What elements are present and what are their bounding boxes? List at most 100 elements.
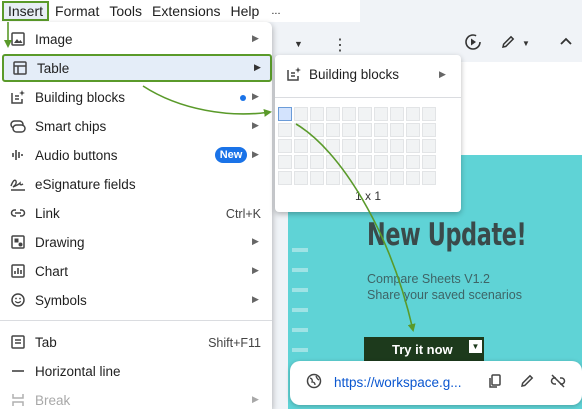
- menu-item-drawing[interactable]: Drawing ▶: [0, 229, 272, 257]
- table-grid-cell[interactable]: [310, 155, 324, 169]
- menu-item-chart[interactable]: Chart ▶: [0, 258, 272, 286]
- screen: Insert Format Tools Extensions Help ... …: [0, 0, 582, 409]
- link-icon: [10, 206, 26, 222]
- table-grid-cell[interactable]: [326, 139, 340, 153]
- table-grid-cell[interactable]: [422, 107, 436, 121]
- table-grid-cell[interactable]: [374, 171, 388, 185]
- table-grid-cell[interactable]: [342, 171, 356, 185]
- menu-item-tab[interactable]: Tab Shift+F11: [0, 329, 272, 357]
- table-grid-cell[interactable]: [422, 155, 436, 169]
- dropdown-icon[interactable]: ▼: [294, 39, 303, 49]
- table-grid-cell[interactable]: [294, 139, 308, 153]
- table-grid-cell[interactable]: [358, 123, 372, 137]
- table-grid-cell[interactable]: [342, 155, 356, 169]
- table-grid-cell[interactable]: [358, 155, 372, 169]
- submenu-building-blocks[interactable]: Building blocks ▶: [275, 55, 461, 95]
- table-grid-cell[interactable]: [278, 107, 292, 121]
- table-grid-cell[interactable]: [326, 107, 340, 121]
- table-grid-cell[interactable]: [342, 139, 356, 153]
- table-grid-cell[interactable]: [294, 171, 308, 185]
- copy-link-icon[interactable]: [487, 373, 503, 393]
- menu-item-label: eSignature fields: [35, 177, 136, 192]
- table-grid-cell[interactable]: [358, 107, 372, 121]
- table-grid-cell[interactable]: [406, 171, 420, 185]
- table-grid-cell[interactable]: [326, 171, 340, 185]
- table-grid-cell[interactable]: [374, 139, 388, 153]
- menu-item-label: Tab: [35, 335, 57, 350]
- cta-dropdown-icon[interactable]: ▼: [469, 340, 482, 353]
- more-vert-icon[interactable]: ⋮: [332, 35, 348, 55]
- table-grid-cell[interactable]: [406, 107, 420, 121]
- table-grid-cell[interactable]: [278, 171, 292, 185]
- new-indicator-dot: [240, 95, 246, 101]
- table-grid-cell[interactable]: [406, 155, 420, 169]
- symbols-icon: [10, 293, 26, 309]
- link-url[interactable]: https://workspace.g...: [334, 375, 462, 390]
- menu-item-esignature[interactable]: eSignature fields: [0, 171, 272, 199]
- table-grid-cell[interactable]: [294, 155, 308, 169]
- menu-item-building-blocks[interactable]: Building blocks ▶: [0, 84, 272, 112]
- table-grid-cell[interactable]: [390, 123, 404, 137]
- table-grid-cell[interactable]: [358, 171, 372, 185]
- edit-mode-dropdown-icon[interactable]: ▼: [522, 39, 530, 48]
- table-grid-cell[interactable]: [342, 107, 356, 121]
- table-grid-cell[interactable]: [390, 139, 404, 153]
- submenu-arrow-icon: ▶: [252, 265, 259, 275]
- table-grid-cell[interactable]: [310, 171, 324, 185]
- submenu-building-blocks-label: Building blocks: [309, 67, 400, 82]
- table-grid-cell[interactable]: [374, 123, 388, 137]
- menu-item-image[interactable]: Image ▶: [0, 26, 272, 54]
- table-grid-cell[interactable]: [422, 139, 436, 153]
- table-grid-cell[interactable]: [278, 123, 292, 137]
- menu-item-symbols[interactable]: Symbols ▶: [0, 287, 272, 315]
- table-grid-cell[interactable]: [422, 123, 436, 137]
- banner-subline-2: Share your saved scenarios: [367, 288, 522, 302]
- table-grid-cell[interactable]: [294, 123, 308, 137]
- collapse-icon[interactable]: [558, 34, 574, 53]
- remove-link-icon[interactable]: [550, 373, 566, 393]
- menu-extensions[interactable]: Extensions: [148, 1, 224, 21]
- table-grid-cell[interactable]: [294, 107, 308, 121]
- table-grid-cell[interactable]: [406, 139, 420, 153]
- table-grid-cell[interactable]: [278, 155, 292, 169]
- menu-item-label: Building blocks: [35, 90, 126, 105]
- menu-overflow[interactable]: ...: [267, 1, 284, 21]
- menu-format[interactable]: Format: [51, 1, 103, 21]
- submenu-arrow-icon: ▶: [254, 62, 261, 72]
- table-grid-cell[interactable]: [326, 123, 340, 137]
- globe-icon: [306, 373, 322, 393]
- table-grid-cell[interactable]: [310, 107, 324, 121]
- menu-item-audio-buttons[interactable]: Audio buttons New ▶: [0, 142, 272, 170]
- table-grid-cell[interactable]: [374, 155, 388, 169]
- table-grid-cell[interactable]: [358, 139, 372, 153]
- table-grid-cell[interactable]: [390, 107, 404, 121]
- cta-button[interactable]: Try it now ▼: [364, 337, 484, 363]
- menu-item-link[interactable]: Link Ctrl+K: [0, 200, 272, 228]
- menu-item-table[interactable]: Table ▶: [2, 54, 272, 82]
- menu-item-label: Smart chips: [35, 119, 107, 134]
- menu-divider: [0, 320, 272, 321]
- present-icon[interactable]: [464, 33, 482, 54]
- table-grid-cell[interactable]: [278, 139, 292, 153]
- menu-item-break: Break ▶: [0, 387, 272, 409]
- menu-tools[interactable]: Tools: [105, 1, 146, 21]
- menu-item-smart-chips[interactable]: Smart chips ▶: [0, 113, 272, 141]
- menu-help[interactable]: Help: [227, 1, 264, 21]
- table-grid-cell[interactable]: [406, 123, 420, 137]
- table-grid-cell[interactable]: [310, 123, 324, 137]
- table-grid-cell[interactable]: [310, 139, 324, 153]
- menu-insert[interactable]: Insert: [2, 1, 50, 21]
- table-grid-cell[interactable]: [326, 155, 340, 169]
- cta-label: Try it now: [392, 342, 453, 357]
- edit-pencil-icon[interactable]: [500, 34, 516, 53]
- table-grid-cell[interactable]: [422, 171, 436, 185]
- table-grid-cell[interactable]: [390, 155, 404, 169]
- edit-link-icon[interactable]: [519, 373, 535, 393]
- table-grid-cell[interactable]: [342, 123, 356, 137]
- menu-item-horizontal-line[interactable]: Horizontal line: [0, 358, 272, 386]
- table-grid-cell[interactable]: [374, 107, 388, 121]
- shortcut-label: Ctrl+K: [225, 207, 261, 221]
- submenu-arrow-icon: ▶: [252, 120, 259, 130]
- table-grid-cell[interactable]: [390, 171, 404, 185]
- table-submenu: Building blocks ▶ 1 x 1: [275, 55, 461, 212]
